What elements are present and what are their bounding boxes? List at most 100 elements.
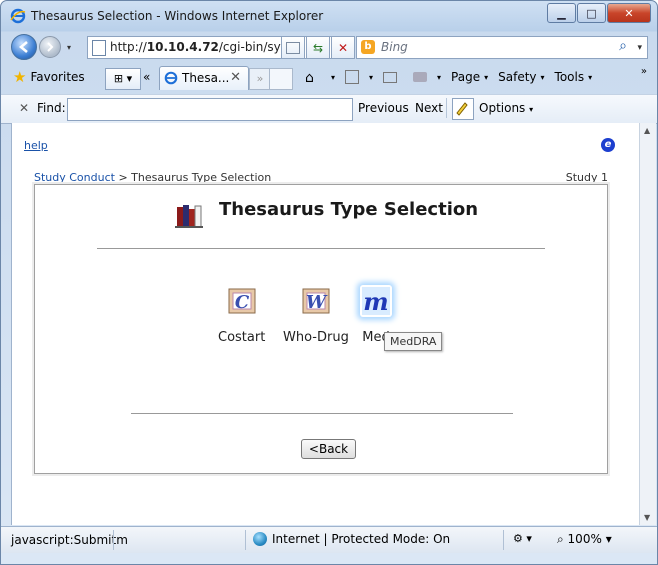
history-dropdown-icon[interactable]: ▾ [67,43,71,52]
page-menu-label: Page [451,70,481,84]
search-icon[interactable]: ⌕ [619,38,627,54]
home-caret-icon: ▾ [331,72,336,82]
tools-menu[interactable]: Tools ▾ [555,70,593,84]
zoom-caret-icon: ▾ [605,532,612,546]
feeds-button[interactable]: ▾ [345,70,373,84]
tooltip: MedDRA [384,332,443,351]
costart-icon: C [228,288,256,314]
search-dropdown-icon[interactable]: ▾ [637,43,642,53]
scroll-down-icon[interactable]: ▼ [644,513,650,522]
star-icon: ★ [13,68,27,86]
highlight-icon[interactable] [452,98,474,120]
mail-button[interactable] [383,71,403,83]
find-bar: ✕ Find: Previous Next Options ▾ [1,94,657,124]
print-button[interactable]: ▾ [413,72,441,82]
find-close-icon[interactable]: ✕ [19,101,29,115]
choice-costart-label: Costart [218,330,266,345]
refresh-icon: ⇆ [312,40,324,55]
forward-nav-button[interactable] [39,36,61,58]
favorites-button[interactable]: ★ Favorites [13,66,85,88]
compat-view-icon [286,41,300,54]
maximize-icon: □ [586,6,597,20]
tab-scroll-right-button[interactable]: » [249,68,271,90]
page-icon [92,40,106,56]
find-options-menu[interactable]: Options ▾ [479,101,533,115]
tools-caret-icon: ▾ [588,72,593,82]
help-link[interactable]: help [24,139,48,152]
tab-list-icon[interactable]: « [143,70,150,84]
mail-icon [383,71,398,83]
find-input[interactable] [67,98,353,121]
scroll-up-icon[interactable]: ▲ [644,126,650,135]
command-bar: ⌂ ▾ ▾ ▾ Page ▾ Safety ▾ Tools ▾ [305,66,602,88]
find-previous-button[interactable]: Previous [358,101,409,115]
safety-menu-label: Safety [498,70,537,84]
status-divider [503,530,504,550]
search-box[interactable]: b Bing ⌕ ▾ [356,36,648,59]
window-controls: ▁ □ ✕ [546,3,651,23]
zoom-control[interactable]: ⌕ 100% ▾ [557,532,612,547]
breadcrumb: Study Conduct > Thesaurus Type Selection [34,171,271,184]
tab-thesaurus[interactable]: Thesa... ✕ [159,66,249,90]
minimize-button[interactable]: ▁ [547,3,576,23]
choice-costart[interactable]: C Costart [218,285,265,345]
tab-close-icon[interactable]: ✕ [230,70,241,85]
choice-who-drug-label: Who-Drug [283,330,349,345]
choice-who-drug[interactable]: W Who-Drug [283,285,349,345]
close-button[interactable]: ✕ [607,3,651,23]
safety-caret-icon: ▾ [540,72,545,82]
globe-icon [253,532,267,546]
ie-logo-icon [10,8,26,24]
e-icon[interactable]: e [601,138,615,152]
page-caret-icon: ▾ [484,72,489,82]
new-tab-button[interactable] [269,68,293,90]
safety-menu[interactable]: Safety ▾ [498,70,544,84]
feeds-caret-icon: ▾ [369,72,374,82]
refresh-button[interactable]: ⇆ [306,36,330,59]
popup-caret-icon: ▾ [526,532,532,545]
window-bottom-border [1,553,657,564]
stop-button[interactable]: ✕ [331,36,355,59]
more-commands-icon[interactable]: » [641,66,647,77]
search-placeholder: Bing [381,40,408,54]
page-title: Thesaurus Type Selection [219,199,479,220]
stop-icon: ✕ [337,40,349,55]
popup-settings-icon[interactable]: ⚙ ▾ [513,532,532,545]
security-zone[interactable]: Internet | Protected Mode: On [253,532,450,546]
vertical-scrollbar[interactable]: ▲ ▼ [639,123,656,525]
quick-tabs-button[interactable]: ⊞ ▾ [105,68,141,90]
address-url: http://10.10.4.72/cgi-bin/sym [110,40,293,54]
back-button[interactable]: <Back [301,439,356,459]
page-menu[interactable]: Page ▾ [451,70,488,84]
find-separator [446,98,447,118]
window-title: Thesaurus Selection - Windows Internet E… [31,9,324,23]
compat-view-button[interactable] [281,36,305,59]
ie-tab-icon [164,71,178,85]
breadcrumb-current: Thesaurus Type Selection [131,171,272,184]
home-button[interactable]: ⌂ ▾ [305,69,336,86]
study-label: Study 1 [565,171,608,184]
title-bar: Thesaurus Selection - Windows Internet E… [1,1,657,31]
print-icon [413,72,428,82]
svg-text:W: W [306,292,328,313]
breadcrumb-link-study-conduct[interactable]: Study Conduct [34,171,115,184]
books-icon [175,205,203,228]
favorites-bar: ★ Favorites ⊞ ▾ « Thesa... ✕ » ⌂ ▾ ▾ ▾ Pa… [1,63,657,93]
divider-bottom [131,413,513,414]
close-icon: ✕ [624,6,634,20]
maximize-button[interactable]: □ [577,3,606,23]
back-nav-button[interactable] [11,34,37,60]
browser-window: Thesaurus Selection - Windows Internet E… [0,0,658,565]
divider-top [97,248,545,249]
who-drug-icon: W [302,288,330,314]
print-caret-icon: ▾ [437,72,442,82]
selection-panel: Thesaurus Type Selection C Costart W Who… [34,184,608,474]
status-text: javascript:Submitm [11,533,128,547]
breadcrumb-separator: > [114,171,132,184]
security-zone-label: Internet | Protected Mode: On [272,532,451,546]
status-divider [245,530,246,550]
minimize-icon: ▁ [557,6,566,20]
find-next-button[interactable]: Next [415,101,443,115]
status-bar: javascript:Submitm Internet | Protected … [1,526,657,553]
home-icon: ⌂ [305,69,314,86]
